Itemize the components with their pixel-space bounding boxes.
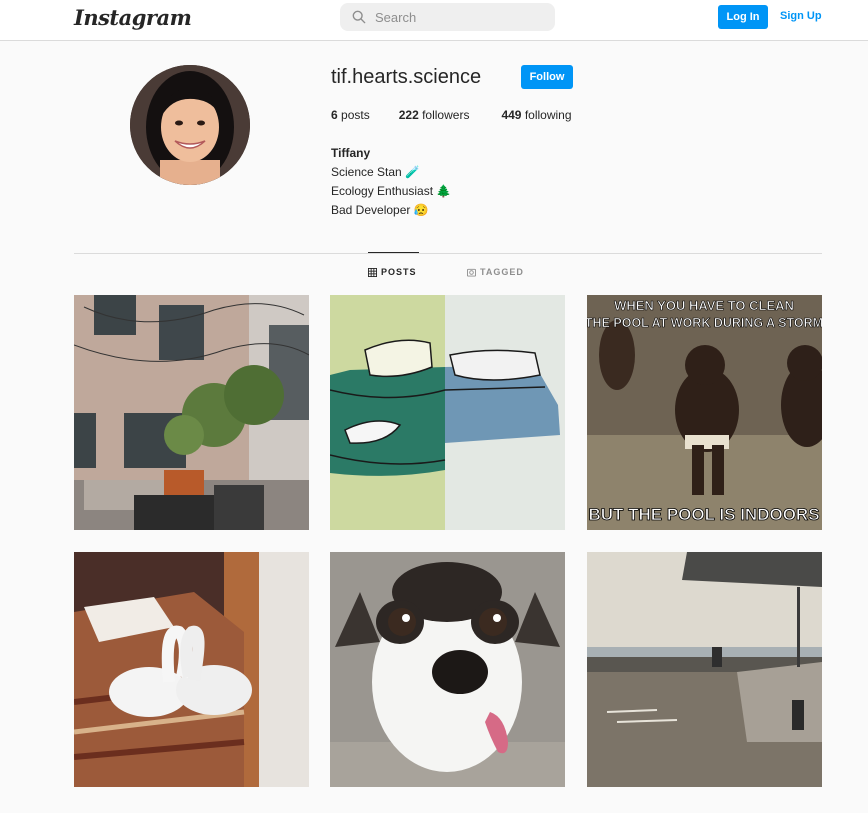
followers-count: 222 [398,108,419,122]
profile-avatar[interactable] [130,65,250,185]
search-box[interactable] [340,3,555,31]
following-stat[interactable]: 449 following [501,108,571,122]
bio-line: Ecology Enthusiast 🌲 [331,184,452,198]
followers-label: followers [422,108,470,122]
post-waterfront-photo[interactable] [587,552,822,787]
following-count: 449 [501,108,522,122]
grid-icon [368,267,377,277]
following-label: following [524,108,572,122]
top-navigation-bar: Instagram Log In Sign Up [0,0,868,41]
meme-caption-top-1: WHEN YOU HAVE TO CLEAN [614,298,794,313]
meme-caption-bottom: BUT THE POOL IS INDOORS [588,505,819,524]
post-towel-swans-photo[interactable] [74,552,309,787]
active-tab-indicator [368,252,419,253]
instagram-logo[interactable]: Instagram [74,5,192,30]
tab-tagged-label: TAGGED [480,267,524,277]
profile-username: tif.hearts.science [331,66,482,88]
search-input[interactable] [375,9,535,25]
post-courtyard-photo[interactable] [74,295,309,530]
signup-link[interactable]: Sign Up [780,10,822,22]
followers-stat[interactable]: 222 followers [399,108,470,122]
post-meme-photo[interactable]: WHEN YOU HAVE TO CLEAN THE POOL AT WORK … [587,295,822,530]
bio-line: Bad Developer 😥 [331,203,429,217]
tab-posts-label: POSTS [381,267,417,277]
tabs-divider [74,253,822,254]
post-dog-photo[interactable] [330,552,565,787]
posts-label: posts [341,108,370,122]
tab-posts[interactable]: POSTS [368,267,417,277]
bio-line: Science Stan 🧪 [331,165,420,179]
post-bed-illustration[interactable] [330,295,565,530]
tab-tagged[interactable]: TAGGED [467,267,524,277]
posts-count-stat: 6 posts [331,108,370,122]
login-button[interactable]: Log In [718,5,768,29]
profile-full-name: Tiffany [331,146,371,160]
search-icon [352,10,366,24]
posts-count: 6 [331,108,338,122]
profile-bio: Tiffany Science Stan 🧪 Ecology Enthusias… [331,144,451,220]
follow-button[interactable]: Follow [521,65,573,89]
profile-stats: 6 posts 222 followers 449 following [331,108,572,122]
tag-icon [467,268,476,277]
meme-caption-top-2: THE POOL AT WORK DURING A STORM [587,316,822,330]
